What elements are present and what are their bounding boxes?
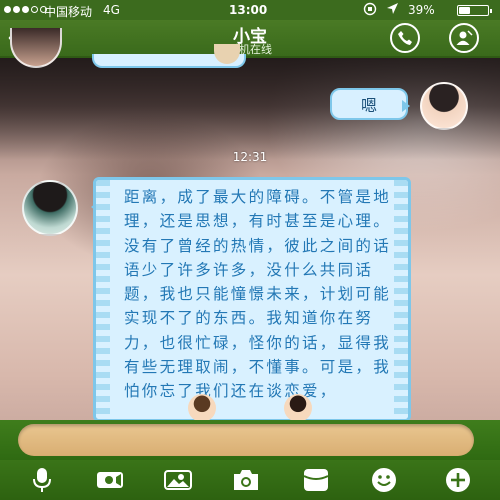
carrier-name: 中国移动 xyxy=(44,5,93,19)
battery-percentage: 39% xyxy=(408,3,435,17)
received-message-bubble[interactable]: 距离，成了最大的障碍。不管是地理，还是思想，有时甚至是心理。没有了曾经的热情，彼… xyxy=(93,177,411,422)
location-arrow-icon xyxy=(386,2,399,18)
wallet-icon[interactable] xyxy=(300,466,332,494)
message-input[interactable] xyxy=(18,424,474,456)
navigation-bar: 消息 小宝 手机在线 xyxy=(0,20,500,58)
my-avatar[interactable] xyxy=(420,82,468,130)
signal-strength-icon xyxy=(4,6,47,13)
microphone-icon[interactable] xyxy=(26,466,58,494)
status-bar: 中国移动 4G 13:00 39% xyxy=(0,0,500,20)
emoji-icon[interactable] xyxy=(368,466,400,494)
sent-message-text: 嗯 xyxy=(360,96,377,115)
chat-toolbar xyxy=(0,460,500,500)
online-status: 手机在线 xyxy=(228,43,272,56)
image-icon[interactable] xyxy=(162,466,194,494)
phone-icon[interactable] xyxy=(390,23,420,53)
plus-icon[interactable] xyxy=(442,466,474,494)
chat-screen: 中国移动 4G 13:00 39% 消息 小宝 手机在线 嗯 xyxy=(0,0,500,500)
camera-icon[interactable] xyxy=(230,466,262,494)
status-time: 13:00 xyxy=(229,3,268,17)
contact-avatar[interactable] xyxy=(22,180,78,236)
network-type: 4G xyxy=(103,3,120,17)
message-timestamp: 12:31 xyxy=(232,150,268,164)
profile-icon[interactable] xyxy=(449,23,479,53)
battery-icon xyxy=(457,5,492,16)
sent-message-bubble[interactable]: 嗯 xyxy=(330,88,410,120)
lock-rotation-icon xyxy=(363,2,377,19)
cartoon-girl-icon xyxy=(188,394,216,422)
cartoon-boy-icon xyxy=(284,394,312,422)
received-message-text: 距离，成了最大的障碍。不管是地理，还是思想，有时甚至是心理。没有了曾经的热情，彼… xyxy=(124,188,392,401)
video-icon[interactable] xyxy=(94,466,126,494)
